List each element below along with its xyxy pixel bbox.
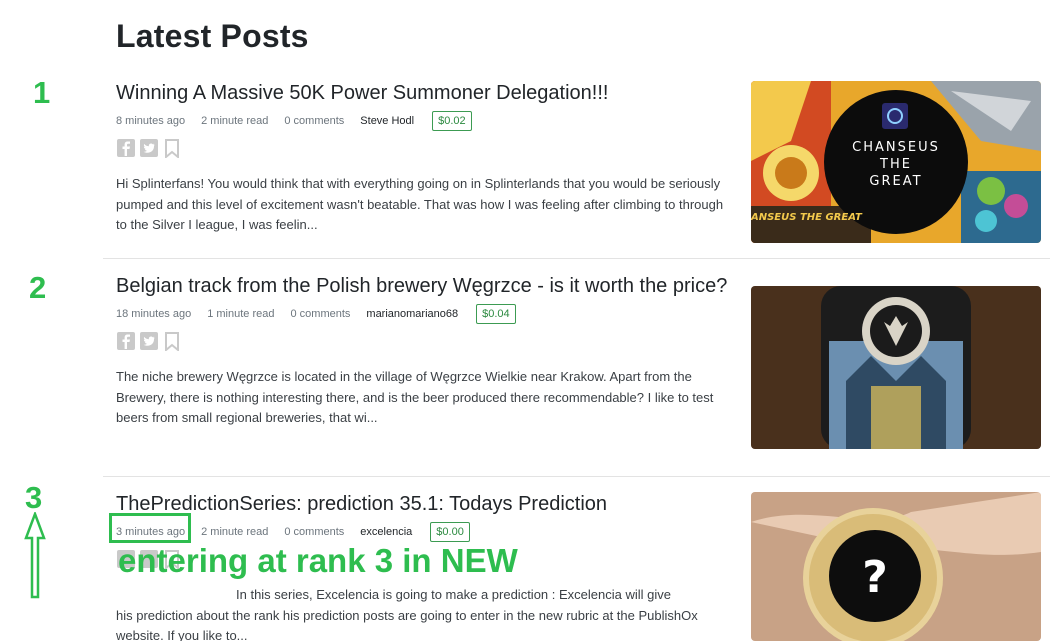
post-excerpt: Hi Splinterfans! You would think that wi… xyxy=(116,176,724,232)
post-earnings-badge: $0.00 xyxy=(430,522,470,542)
post-title[interactable]: Belgian track from the Polish brewery Wę… xyxy=(116,274,728,299)
bookmark-icon[interactable] xyxy=(162,138,182,158)
share-buttons xyxy=(116,331,728,353)
beer-bottle-image xyxy=(751,286,1041,449)
page-title: Latest Posts xyxy=(116,18,309,54)
post-title[interactable]: Winning A Massive 50K Power Summoner Del… xyxy=(116,81,728,106)
excerpt-rest: his prediction about the rank his predic… xyxy=(116,607,698,641)
thumbnail-text-line3: GREAT xyxy=(869,174,922,189)
author-name[interactable]: Steve Hodl xyxy=(360,115,414,127)
facebook-icon[interactable] xyxy=(116,138,136,158)
post-time: 18 minutes ago xyxy=(116,308,192,320)
comment-count[interactable]: 0 comments xyxy=(290,308,350,320)
comment-count[interactable]: 0 comments xyxy=(284,115,344,127)
read-time: 2 minute read xyxy=(201,115,269,127)
post-time: 8 minutes ago xyxy=(116,115,186,127)
post-title[interactable]: ThePredictionSeries: prediction 35.1: To… xyxy=(116,492,728,517)
rank-number-3: 3 xyxy=(25,480,43,515)
facebook-icon[interactable] xyxy=(116,331,136,351)
chanseus-image: CHANSEUS THE GREAT ANSEUS THE GREAT xyxy=(751,81,1041,243)
bookmark-icon[interactable] xyxy=(162,331,182,351)
post-earnings-badge: $0.04 xyxy=(476,304,516,324)
post-excerpt: The niche brewery Węgrzce is located in … xyxy=(116,369,714,425)
post-card-1: Winning A Massive 50K Power Summoner Del… xyxy=(116,81,728,236)
thumbnail-text-line1: CHANSEUS xyxy=(852,140,940,155)
thumbnail-text-line2: THE xyxy=(879,157,912,172)
share-buttons xyxy=(116,138,728,160)
post-thumbnail-3[interactable]: ? xyxy=(751,492,1041,641)
post-divider xyxy=(103,476,1050,477)
author-name[interactable]: marianomariano68 xyxy=(366,308,458,320)
twitter-icon[interactable] xyxy=(139,138,159,158)
twitter-icon[interactable] xyxy=(139,331,159,351)
up-arrow-icon xyxy=(24,512,46,599)
author-name[interactable]: excelencia xyxy=(360,526,412,538)
rank-number-2: 2 xyxy=(29,270,47,305)
post-meta: 8 minutes ago 2 minute read 0 comments S… xyxy=(116,110,728,132)
post-thumbnail-1[interactable]: CHANSEUS THE GREAT ANSEUS THE GREAT xyxy=(751,81,1041,243)
prediction-token-image: ? xyxy=(751,492,1041,641)
post-excerpt: In this series, Excelencia is going to m… xyxy=(116,585,728,641)
post-divider xyxy=(103,258,1050,259)
post-meta: 3 minutes ago 2 minute read 0 comments e… xyxy=(116,521,728,543)
rank-highlight-box xyxy=(109,513,191,543)
rank-number-1: 1 xyxy=(33,75,51,110)
svg-text:?: ? xyxy=(862,552,888,603)
page: Latest Posts 1 2 3 Winning A Massive 50K… xyxy=(0,0,1050,641)
post-earnings-badge: $0.02 xyxy=(432,111,472,131)
comment-count[interactable]: 0 comments xyxy=(284,526,344,538)
post-thumbnail-2[interactable] xyxy=(751,286,1041,449)
excerpt-line-1: In this series, Excelencia is going to m… xyxy=(236,587,671,602)
thumbnail-banner: ANSEUS THE GREAT xyxy=(751,212,863,223)
read-time: 1 minute read xyxy=(207,308,275,320)
post-meta: 18 minutes ago 1 minute read 0 comments … xyxy=(116,303,728,325)
annotation-overlay-text: entering at rank 3 in NEW xyxy=(118,542,518,579)
read-time: 2 minute read xyxy=(201,526,269,538)
post-card-2: Belgian track from the Polish brewery Wę… xyxy=(116,274,728,429)
